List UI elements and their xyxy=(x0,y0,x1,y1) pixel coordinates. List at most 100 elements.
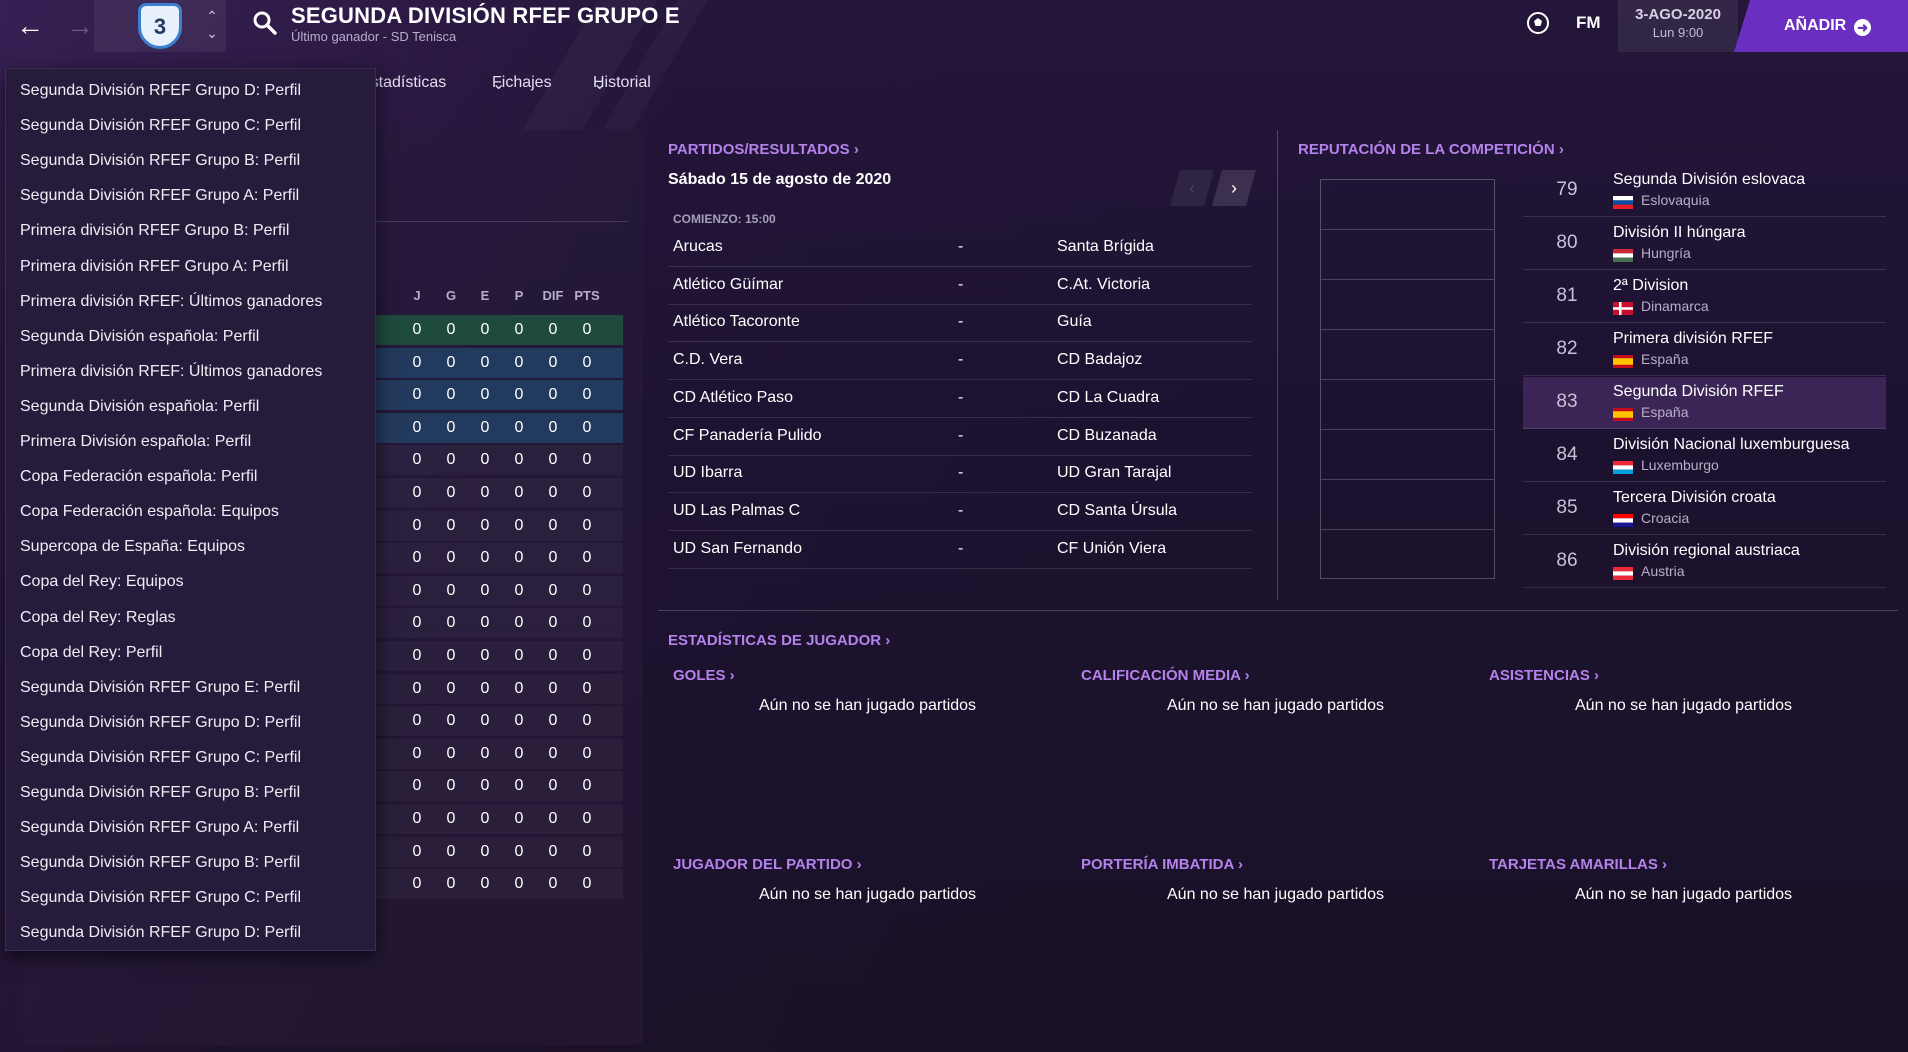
home-team[interactable]: Arucas xyxy=(673,238,723,256)
chevron-up-icon[interactable]: ⌃ xyxy=(202,8,222,25)
dropdown-item[interactable]: Segunda División RFEF Grupo A: Perfil xyxy=(6,810,375,845)
chevron-down-icon[interactable]: ⌄ xyxy=(202,25,222,42)
fixture-row[interactable]: UD San Fernando - CF Unión Viera xyxy=(668,531,1252,569)
away-team[interactable]: CD Santa Úrsula xyxy=(1057,502,1177,520)
stat-block-title[interactable]: ASISTENCIAS › xyxy=(1489,667,1599,684)
stat-block-title[interactable]: CALIFICACIÓN MEDIA › xyxy=(1081,667,1250,684)
col-p[interactable]: P xyxy=(502,288,536,303)
dropdown-item[interactable]: Segunda División española: Perfil xyxy=(6,319,375,354)
chevron-right-icon[interactable]: › xyxy=(1212,170,1256,206)
away-team[interactable]: CD Badajoz xyxy=(1057,351,1142,369)
country-name[interactable]: Luxemburgo xyxy=(1641,457,1719,473)
player-stats-title[interactable]: ESTADÍSTICAS DE JUGADOR › xyxy=(668,632,890,649)
fixture-row[interactable]: UD Ibarra - UD Gran Tarajal xyxy=(668,455,1252,494)
reputation-row[interactable]: 85 Tercera División croata Croacia xyxy=(1523,483,1886,535)
competition-name[interactable]: División II húngara xyxy=(1613,224,1746,242)
away-team[interactable]: C.At. Victoria xyxy=(1057,276,1150,294)
dropdown-item[interactable]: Copa Federación española: Equipos xyxy=(6,494,375,529)
stat-block-title[interactable]: PORTERÍA IMBATIDA › xyxy=(1081,856,1243,873)
col-g[interactable]: G xyxy=(434,288,468,303)
fixture-row[interactable]: Arucas - Santa Brígida xyxy=(668,229,1252,267)
table-row[interactable]: 0 0 0 0 0 0 xyxy=(375,804,623,834)
dropdown-item[interactable]: Segunda División RFEF Grupo D: Perfil xyxy=(6,705,375,740)
stat-block-title[interactable]: GOLES › xyxy=(673,667,735,684)
home-team[interactable]: CD Atlético Paso xyxy=(673,389,793,407)
dropdown-item[interactable]: Segunda División RFEF Grupo E: Perfil xyxy=(6,670,375,705)
competition-badge[interactable]: 3 xyxy=(138,3,182,49)
reputation-title[interactable]: REPUTACIÓN DE LA COMPETICIÓN › xyxy=(1298,141,1564,158)
dropdown-item[interactable]: Primera división RFEF: Últimos ganadores xyxy=(6,354,375,389)
fixture-row[interactable]: Atlético Güímar - C.At. Victoria xyxy=(668,267,1252,305)
dropdown-item[interactable]: Segunda División RFEF Grupo B: Perfil xyxy=(6,845,375,880)
dropdown-item[interactable]: Segunda División RFEF Grupo C: Perfil xyxy=(6,740,375,775)
reputation-row[interactable]: 82 Primera división RFEF España xyxy=(1523,324,1886,376)
tab-fichajes[interactable]: Fichajes ⌄ xyxy=(492,74,552,94)
dropdown-item[interactable]: Copa Federación española: Perfil xyxy=(6,459,375,494)
country-name[interactable]: Hungría xyxy=(1641,245,1691,261)
table-row[interactable]: 0 0 0 0 0 0 xyxy=(375,869,623,899)
dropdown-item[interactable]: Segunda División RFEF Grupo B: Perfil xyxy=(6,143,375,178)
table-row[interactable]: 0 0 0 0 0 0 xyxy=(375,347,623,378)
table-row[interactable]: 0 0 0 0 0 0 xyxy=(375,739,623,769)
dropdown-item[interactable]: Supercopa de España: Equipos xyxy=(6,529,375,564)
stat-block-title[interactable]: TARJETAS AMARILLAS › xyxy=(1489,856,1667,873)
competition-name[interactable]: Segunda División eslovaca xyxy=(1613,171,1805,189)
fixture-row[interactable]: CD Atlético Paso - CD La Cuadra xyxy=(668,380,1252,418)
country-name[interactable]: España xyxy=(1641,404,1688,420)
dropdown-item[interactable]: Primera división RFEF Grupo A: Perfil xyxy=(6,249,375,284)
reputation-row[interactable]: 83 Segunda División RFEF España xyxy=(1523,377,1886,429)
dropdown-item[interactable]: Segunda División RFEF Grupo B: Perfil xyxy=(6,775,375,810)
competition-name[interactable]: División regional austriaca xyxy=(1613,542,1800,560)
dropdown-item[interactable]: Primera división RFEF: Últimos ganadores xyxy=(6,284,375,319)
competition-name[interactable]: Primera división RFEF xyxy=(1613,330,1773,348)
away-team[interactable]: CD Buzanada xyxy=(1057,427,1157,445)
fixture-row[interactable]: C.D. Vera - CD Badajoz xyxy=(668,342,1252,381)
country-name[interactable]: Dinamarca xyxy=(1641,298,1709,314)
table-row[interactable]: 0 0 0 0 0 0 xyxy=(375,478,623,508)
home-team[interactable]: CF Panadería Pulido xyxy=(673,427,822,445)
dropdown-item[interactable]: Primera división RFEF Grupo B: Perfil xyxy=(6,213,375,248)
col-dif[interactable]: DIF xyxy=(536,288,570,303)
col-e[interactable]: E xyxy=(468,288,502,303)
away-team[interactable]: Santa Brígida xyxy=(1057,238,1154,256)
country-name[interactable]: Croacia xyxy=(1641,510,1689,526)
chevron-left-icon[interactable]: ‹ xyxy=(1170,170,1214,206)
away-team[interactable]: CD La Cuadra xyxy=(1057,389,1159,407)
col-j[interactable]: J xyxy=(400,288,434,303)
home-team[interactable]: C.D. Vera xyxy=(673,351,742,369)
home-team[interactable]: UD Las Palmas C xyxy=(673,502,800,520)
table-row[interactable]: 0 0 0 0 0 0 xyxy=(375,511,623,541)
fixture-row[interactable]: UD Las Palmas C - CD Santa Úrsula xyxy=(668,493,1252,531)
game-date[interactable]: 3-AGO-2020 Lun 9:00 xyxy=(1618,0,1738,52)
table-row[interactable]: 0 0 0 0 0 0 xyxy=(375,445,623,475)
fixture-row[interactable]: Atlético Tacoronte - Guía xyxy=(668,304,1252,343)
table-row[interactable]: 0 0 0 0 0 0 xyxy=(375,576,623,606)
reputation-row[interactable]: 81 2ª Division Dinamarca xyxy=(1523,271,1886,323)
home-team[interactable]: UD Ibarra xyxy=(673,464,742,482)
table-row[interactable]: 0 0 0 0 0 0 xyxy=(375,771,623,801)
add-button[interactable]: AÑADIR ➜ xyxy=(1734,0,1908,52)
competition-name[interactable]: Tercera División croata xyxy=(1613,489,1776,507)
table-row[interactable]: 0 0 0 0 0 0 xyxy=(375,315,623,345)
country-name[interactable]: Austria xyxy=(1641,563,1685,579)
dropdown-item[interactable]: Primera División española: Perfil xyxy=(6,424,375,459)
competition-name[interactable]: 2ª Division xyxy=(1613,277,1688,295)
search-icon[interactable] xyxy=(252,10,278,36)
table-row[interactable]: 0 0 0 0 0 0 xyxy=(375,412,623,443)
dropdown-item[interactable]: Segunda División RFEF Grupo A: Perfil xyxy=(6,178,375,213)
tab-historial[interactable]: Historial ⌄ xyxy=(593,74,651,94)
away-team[interactable]: Guía xyxy=(1057,313,1092,331)
reputation-row[interactable]: 79 Segunda División eslovaca Eslovaquia xyxy=(1523,165,1886,217)
dropdown-item[interactable]: Segunda División RFEF Grupo C: Perfil xyxy=(6,108,375,143)
table-row[interactable]: 0 0 0 0 0 0 xyxy=(375,543,623,573)
country-name[interactable]: Eslovaquia xyxy=(1641,192,1710,208)
table-row[interactable]: 0 0 0 0 0 0 xyxy=(375,380,623,411)
dropdown-item[interactable]: Segunda División española: Perfil xyxy=(6,389,375,424)
fm-logo[interactable]: FM xyxy=(1576,13,1601,33)
dropdown-item[interactable]: Segunda División RFEF Grupo C: Perfil xyxy=(6,880,375,915)
competition-name[interactable]: Segunda División RFEF xyxy=(1613,383,1784,401)
dropdown-item[interactable]: Segunda División RFEF Grupo D: Perfil xyxy=(6,915,375,950)
dropdown-item[interactable]: Copa del Rey: Perfil xyxy=(6,635,375,670)
col-pts[interactable]: PTS xyxy=(570,288,604,303)
table-row[interactable]: 0 0 0 0 0 0 xyxy=(375,674,623,704)
